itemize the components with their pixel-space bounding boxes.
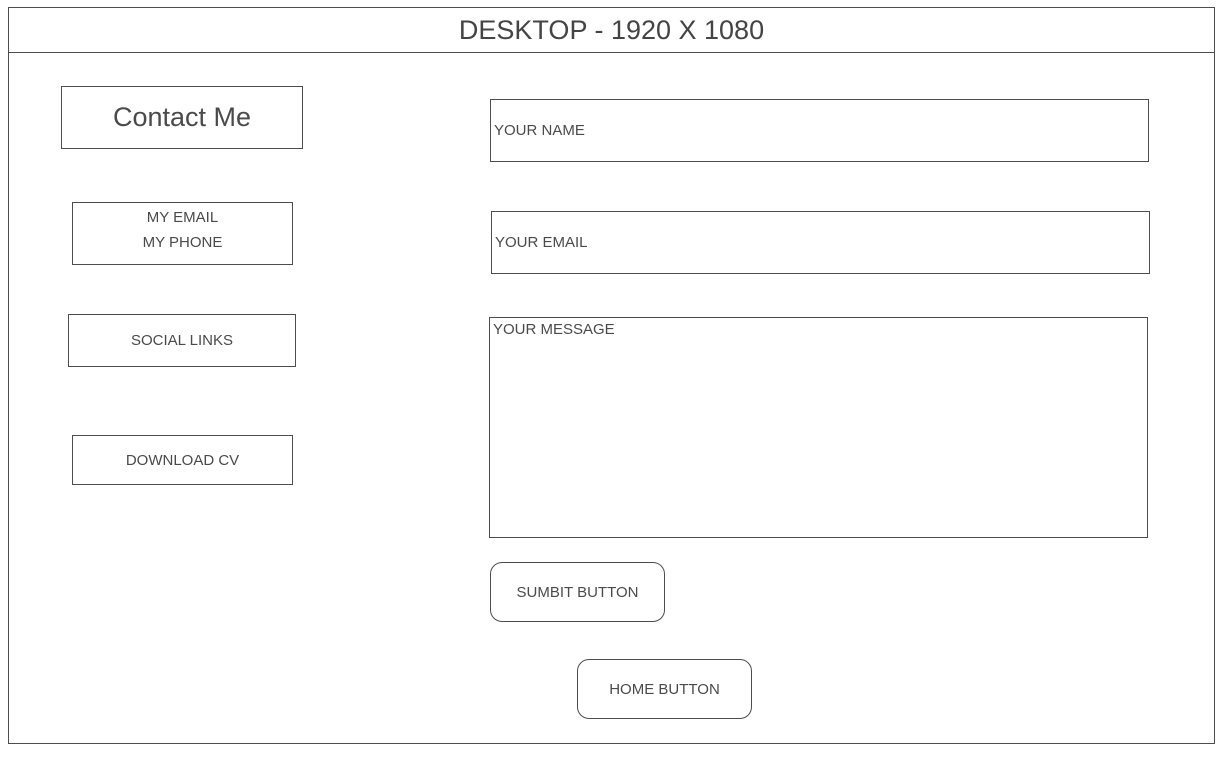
desktop-header: DESKTOP - 1920 X 1080	[8, 7, 1215, 53]
name-input-placeholder: YOUR NAME	[494, 122, 585, 139]
message-textarea[interactable]: YOUR MESSAGE	[489, 317, 1148, 538]
home-button-label: HOME BUTTON	[609, 680, 720, 698]
name-input[interactable]: YOUR NAME	[490, 99, 1149, 162]
contact-heading-box: Contact Me	[61, 86, 303, 149]
message-textarea-placeholder: YOUR MESSAGE	[493, 321, 615, 338]
social-links-label: SOCIAL LINKS	[131, 332, 233, 349]
contact-details-box: MY EMAIL MY PHONE	[72, 202, 293, 265]
submit-button-label: SUMBIT BUTTON	[516, 583, 639, 601]
home-button[interactable]: HOME BUTTON	[577, 659, 752, 719]
my-phone-link[interactable]: MY PHONE	[143, 224, 223, 262]
social-links-button[interactable]: SOCIAL LINKS	[68, 314, 296, 367]
email-input[interactable]: YOUR EMAIL	[491, 211, 1150, 274]
download-cv-label: DOWNLOAD CV	[125, 451, 240, 469]
submit-button[interactable]: SUMBIT BUTTON	[490, 562, 665, 622]
email-input-placeholder: YOUR EMAIL	[495, 234, 588, 251]
contact-heading: Contact Me	[112, 102, 252, 132]
desktop-title: DESKTOP - 1920 X 1080	[458, 14, 765, 45]
download-cv-button[interactable]: DOWNLOAD CV	[72, 435, 293, 485]
